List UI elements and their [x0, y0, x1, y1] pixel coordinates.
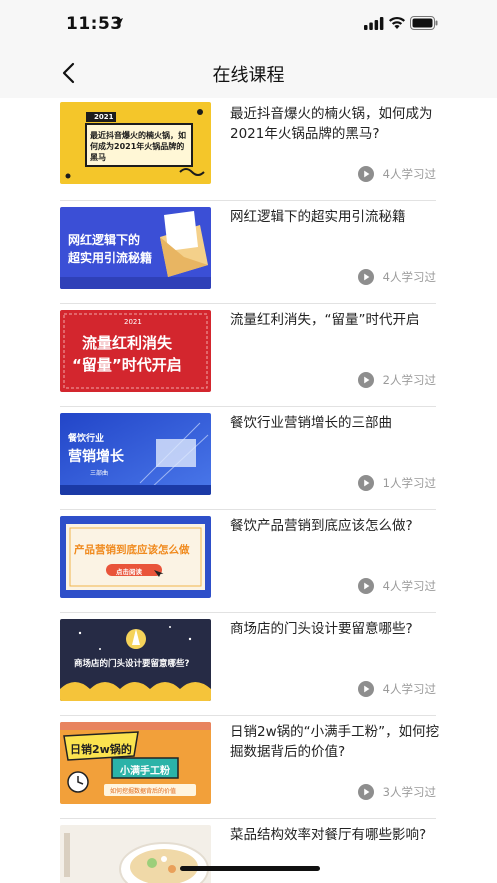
course-thumbnail: 产品营销到底应该怎么做 点击阅读 — [60, 516, 211, 598]
play-icon — [357, 475, 374, 491]
back-button[interactable] — [54, 58, 82, 88]
course-item[interactable]: 餐饮行业 营销增长 三部曲 餐饮行业营销增长的三部曲 1人学习过 — [60, 407, 436, 510]
course-title: 商场店的门头设计要留意哪些? — [230, 621, 413, 637]
learner-count: 4人学习过 — [382, 579, 436, 593]
wifi-icon — [389, 16, 405, 29]
location-arrow-icon — [113, 18, 123, 28]
home-indicator[interactable] — [180, 866, 320, 871]
thumbnail-line-2: 小满手工粉 — [120, 766, 170, 777]
navigation-bar: 在线课程 — [0, 50, 497, 98]
battery-icon — [410, 16, 438, 30]
course-item[interactable]: 商场店的门头设计要留意哪些? 商场店的门头设计要留意哪些? 4人学习过 — [60, 613, 436, 716]
learner-count: 1人学习过 — [382, 476, 436, 490]
course-title: 最近抖音爆火的楠火锅，如何成为2021年火锅品牌的黑马? — [230, 106, 433, 142]
thumbnail-badge: 2021 — [94, 113, 114, 121]
course-meta: 4人学习过 — [357, 578, 436, 594]
course-item[interactable]: 网红逻辑下的 超实用引流秘籍 网红逻辑下的超实用引流秘籍 4人学习过 — [60, 201, 436, 304]
course-title: 餐饮行业营销增长的三部曲 — [230, 415, 392, 431]
thumbnail-line-1: 产品营销到底应该怎么做 — [74, 544, 190, 556]
thumbnail-line-3: 三部曲 — [90, 470, 109, 477]
learner-count: 4人学习过 — [382, 167, 436, 181]
play-icon — [357, 784, 374, 800]
course-meta: 4人学习过 — [357, 681, 436, 697]
course-title: 网红逻辑下的超实用引流秘籍 — [230, 209, 406, 225]
learner-count: 3人学习过 — [382, 785, 436, 799]
course-title: 日销2w锅的“小满手工粉”，如何挖掘数据背后的价值? — [230, 724, 440, 760]
thumbnail-line-1: 日销2w锅的 — [70, 743, 132, 756]
course-list[interactable]: 2021 最近抖音爆火的楠火锅，如何成为2021年火锅品牌的黑马 最近抖音爆火的… — [0, 98, 497, 883]
course-thumbnail: 2021 最近抖音爆火的楠火锅，如何成为2021年火锅品牌的黑马 — [60, 102, 211, 184]
course-thumbnail: 日销2w锅的 小满手工粉 如何挖掘数据背后的价值 — [60, 722, 211, 804]
thumbnail-button: 点击阅读 — [116, 568, 142, 576]
play-icon — [357, 269, 374, 285]
course-meta: 2人学习过 — [357, 372, 436, 388]
thumbnail-line-2: “留量”时代开启 — [72, 356, 182, 374]
thumbnail-line-1: 网红逻辑下的 — [68, 233, 141, 247]
play-icon — [357, 372, 374, 388]
thumbnail-line-1: 流量红利消失 — [82, 334, 173, 352]
course-thumbnail: 2021 流量红利消失 “留量”时代开启 — [60, 310, 211, 392]
cellular-signal-icon — [364, 17, 384, 30]
course-meta: 4人学习过 — [357, 166, 436, 182]
course-thumbnail — [60, 825, 211, 883]
course-title: 流量红利消失，“留量”时代开启 — [230, 312, 420, 328]
play-icon — [357, 578, 374, 594]
learner-count: 2人学习过 — [382, 373, 436, 387]
course-item[interactable]: 日销2w锅的 小满手工粉 如何挖掘数据背后的价值 日销2w锅的“小满手工粉”，如… — [60, 716, 439, 819]
course-item[interactable]: 2021 流量红利消失 “留量”时代开启 流量红利消失，“留量”时代开启 2人学… — [60, 304, 436, 407]
thumbnail-line-2: 营销增长 — [68, 449, 124, 465]
play-icon — [357, 166, 374, 182]
thumbnail-line-2: 超实用引流秘籍 — [68, 251, 153, 265]
play-icon — [357, 681, 374, 697]
thumbnail-caption: 最近抖音爆火的楠火锅，如何成为2021年火锅品牌的黑马 — [90, 131, 186, 162]
course-title: 菜品结构效率对餐厅有哪些影响? — [230, 827, 427, 843]
course-meta: 3人学习过 — [357, 784, 436, 800]
course-meta: 1人学习过 — [357, 475, 436, 491]
thumbnail-line-1: 商场店的门头设计要留意哪些? — [74, 659, 190, 669]
course-title: 餐饮产品营销到底应该怎么做? — [230, 518, 413, 534]
course-thumbnail: 商场店的门头设计要留意哪些? — [60, 619, 211, 701]
learner-count: 4人学习过 — [382, 682, 436, 696]
thumbnail-line-3: 如何挖掘数据背后的价值 — [110, 788, 177, 795]
thumbnail-badge: 2021 — [124, 318, 142, 326]
course-item[interactable]: 2021 最近抖音爆火的楠火锅，如何成为2021年火锅品牌的黑马 最近抖音爆火的… — [60, 98, 436, 201]
course-item[interactable]: 菜品结构效率对餐厅有哪些影响? — [60, 819, 436, 883]
course-item[interactable]: 产品营销到底应该怎么做 点击阅读 餐饮产品营销到底应该怎么做? 4人学习过 — [60, 510, 436, 613]
chevron-left-icon — [62, 62, 75, 84]
course-thumbnail: 网红逻辑下的 超实用引流秘籍 — [60, 207, 211, 289]
course-thumbnail: 餐饮行业 营销增长 三部曲 — [60, 413, 211, 495]
course-meta: 4人学习过 — [357, 269, 436, 285]
learner-count: 4人学习过 — [382, 270, 436, 284]
thumbnail-line-1: 餐饮行业 — [68, 434, 105, 444]
status-bar: 11:53 — [0, 0, 497, 50]
